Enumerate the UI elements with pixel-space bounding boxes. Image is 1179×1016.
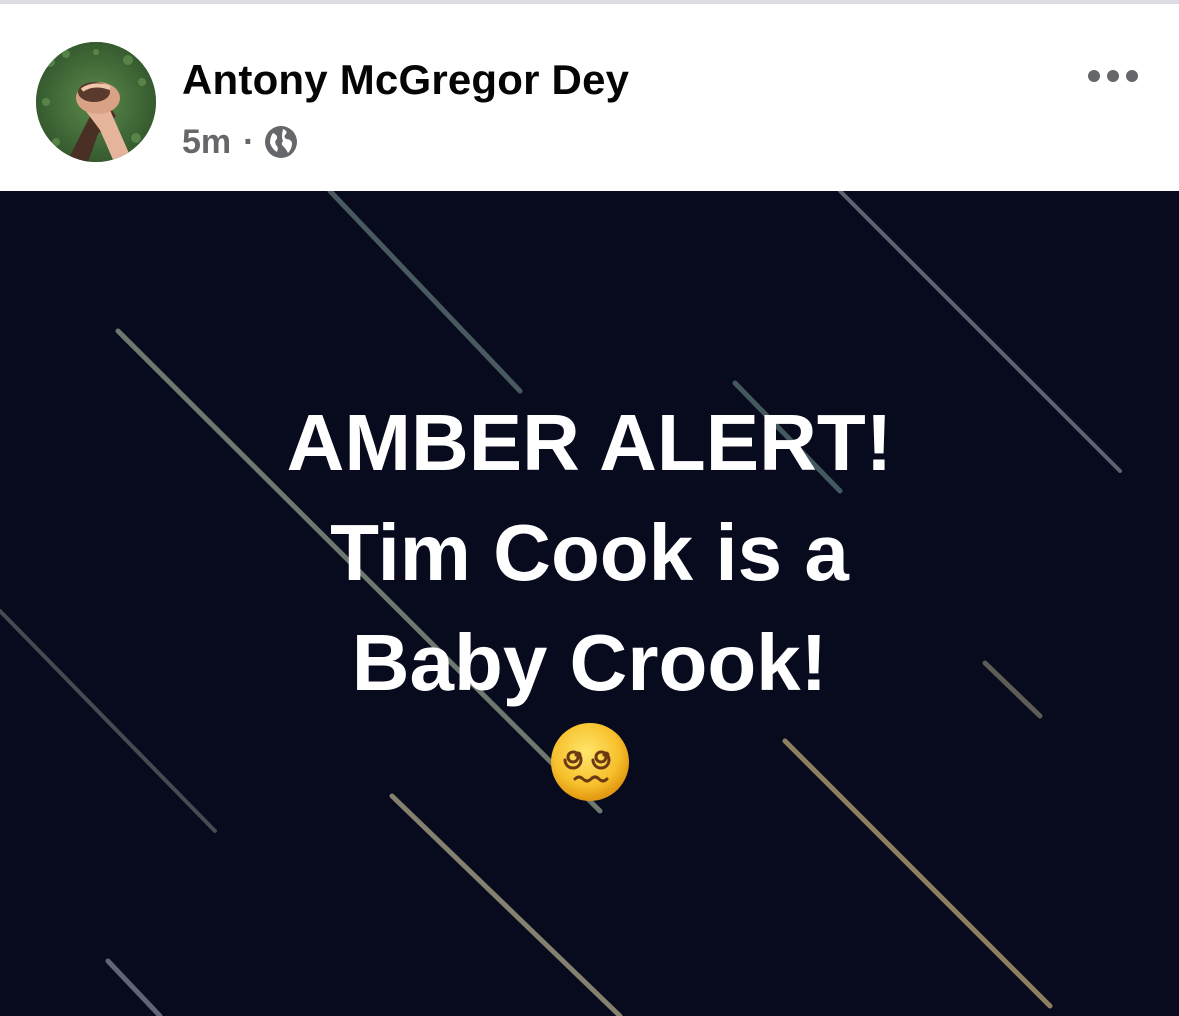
overlay-line-2: Tim Cook is a: [330, 508, 849, 597]
author-name[interactable]: Antony McGregor Dey: [182, 56, 629, 104]
post-timestamp[interactable]: 5m: [182, 123, 231, 162]
avatar[interactable]: [36, 42, 156, 162]
post-header: Antony McGregor Dey 5m ·: [0, 4, 1179, 191]
post-meta: 5m ·: [182, 120, 298, 164]
post-image[interactable]: AMBER ALERT! Tim Cook is a Baby Crook!: [0, 191, 1179, 1016]
more-options-button[interactable]: [1082, 58, 1144, 94]
overlay-line-1: AMBER ALERT!: [286, 398, 893, 487]
avatar-hands-image: [36, 42, 156, 162]
globe-icon: [265, 126, 298, 158]
overlay-line-3: Baby Crook!: [351, 618, 828, 707]
image-overlay-text: AMBER ALERT! Tim Cook is a Baby Crook!: [0, 388, 1179, 718]
more-options-icon: [1088, 70, 1138, 82]
meta-separator: ·: [243, 122, 255, 161]
face-with-spiral-eyes-icon: [551, 723, 629, 801]
